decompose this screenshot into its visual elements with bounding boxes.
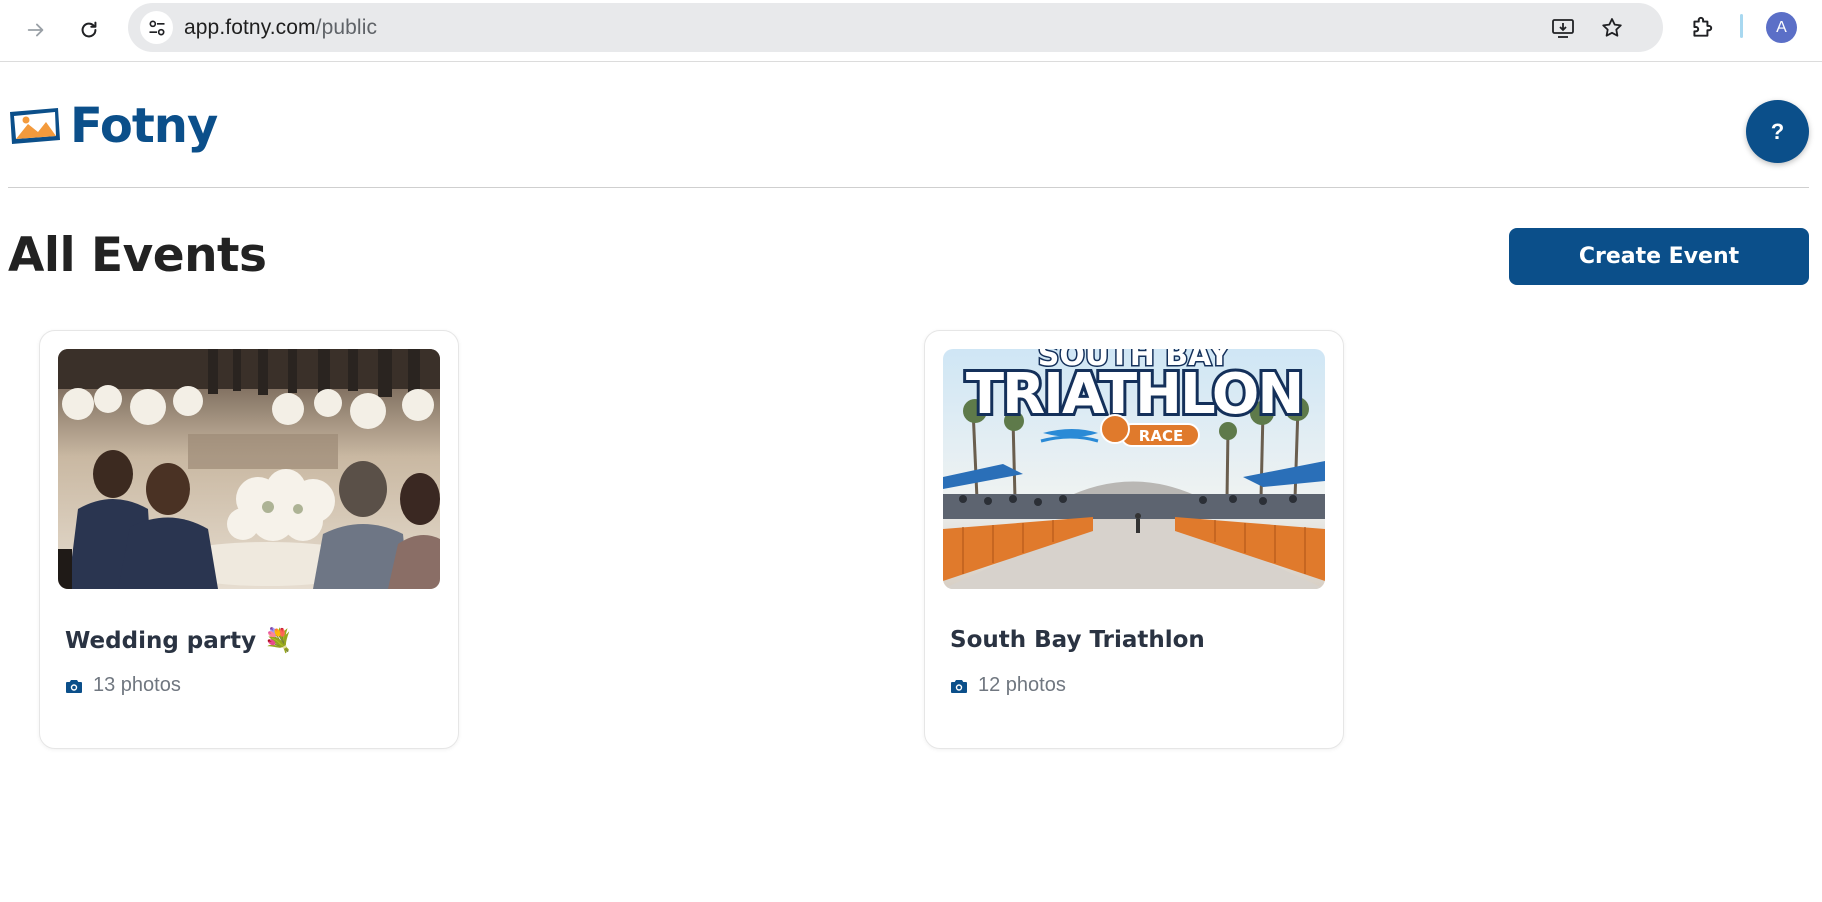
header-divider [8, 187, 1809, 188]
app-header: Fotny ? [0, 62, 1822, 188]
site-info-button[interactable] [140, 11, 173, 44]
address-bar[interactable]: app.fotny.com/public [128, 3, 1663, 52]
profile-avatar[interactable]: A [1766, 12, 1797, 43]
create-event-button[interactable]: Create Event [1509, 228, 1809, 285]
url-path: /public [315, 16, 378, 39]
forward-button[interactable] [16, 10, 56, 50]
browser-toolbar: app.fotny.com/public A [0, 0, 1822, 62]
install-icon [1552, 19, 1574, 38]
photo-count-text: 12 photos [978, 674, 1066, 696]
star-icon [1602, 18, 1622, 37]
help-button[interactable]: ? [1746, 100, 1809, 163]
logo-mark-icon [10, 108, 60, 144]
reload-button[interactable] [69, 10, 109, 50]
banner-badge-text: RACE [1139, 427, 1183, 445]
bouquet-emoji: 💐 [264, 628, 293, 654]
puzzle-icon [1693, 16, 1713, 37]
fotny-logo[interactable]: Fotny [8, 98, 218, 154]
event-card-triathlon[interactable]: SOUTH BAY TRIATHLON RACE South Bay Triat… [924, 330, 1344, 749]
extensions-button[interactable] [1686, 11, 1718, 43]
photo-count-text: 13 photos [93, 674, 181, 696]
event-title-text: Wedding party [65, 628, 257, 654]
page-title: All Events [8, 228, 267, 283]
triathlon-banner: SOUTH BAY TRIATHLON RACE [943, 349, 1325, 589]
banner-main-text: TRIATHLON [966, 362, 1302, 427]
photo-count: 13 photos [65, 674, 181, 697]
event-card-wedding[interactable]: Wedding party 💐 13 photos [39, 330, 459, 749]
wedding-photo [58, 349, 440, 589]
arrow-right-icon [27, 23, 44, 37]
logo-text: Fotny [70, 98, 218, 154]
event-thumbnail-triathlon[interactable]: SOUTH BAY TRIATHLON RACE [943, 349, 1325, 589]
tune-icon [149, 20, 164, 35]
toolbar-divider [1740, 14, 1743, 38]
install-app-button[interactable] [1548, 13, 1578, 43]
camera-icon [951, 679, 967, 693]
reload-icon [81, 21, 97, 38]
photo-count: 12 photos [950, 674, 1066, 697]
event-title[interactable]: Wedding party 💐 [65, 627, 293, 654]
bookmark-button[interactable] [1597, 13, 1627, 43]
url-host: app.fotny.com [184, 16, 316, 39]
url-text[interactable]: app.fotny.com/public [184, 16, 377, 40]
event-thumbnail-wedding[interactable] [58, 349, 440, 589]
camera-icon [66, 679, 82, 693]
event-title[interactable]: South Bay Triathlon [950, 627, 1205, 653]
